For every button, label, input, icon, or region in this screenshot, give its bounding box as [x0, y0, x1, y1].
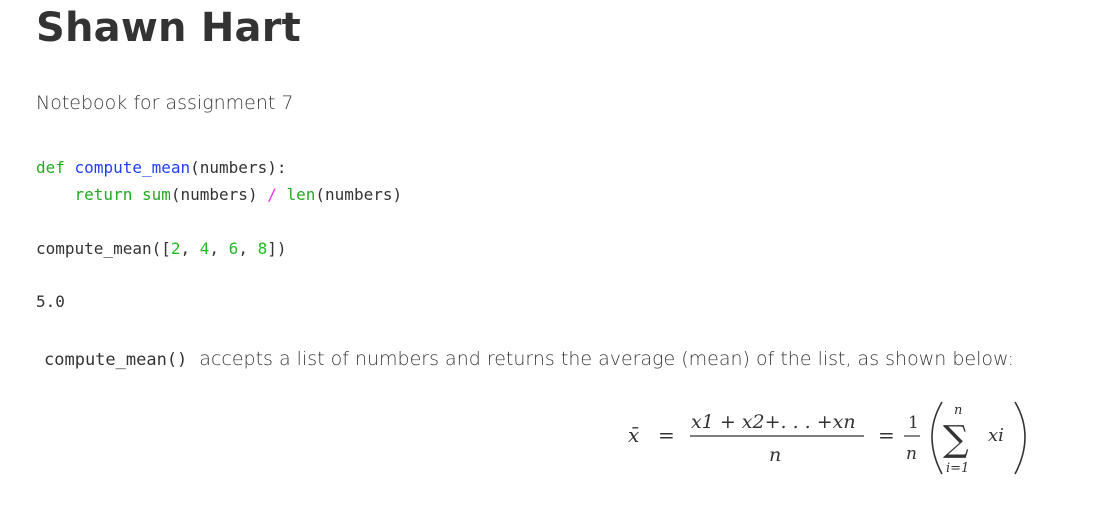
mean-formula-svg: x̄ = x1 + x2+. . . +xn n = 1 n n ∑ i=1 x… [628, 401, 1026, 476]
sum-argument: (numbers) [170, 185, 258, 204]
formula-numerator: x1 + x2+. . . +xn [691, 411, 856, 433]
builtin-len: len [286, 185, 316, 204]
page-title: Shawn Hart [36, 5, 301, 51]
formula-equals-2: = [878, 423, 895, 447]
sum-symbol: ∑ [943, 419, 969, 460]
list-separator: , [180, 239, 200, 258]
builtin-sum: sum [141, 185, 171, 204]
call-text: compute_mean([ [36, 239, 171, 258]
right-paren [1014, 401, 1026, 475]
keyword-return: return [74, 185, 133, 204]
function-name: compute_mean [74, 158, 191, 177]
list-separator: , [238, 239, 258, 258]
code-cell-function-call[interactable]: compute_mean([2, 4, 6, 8]) [36, 235, 286, 262]
call-close: ]) [267, 239, 287, 258]
division-operator: / [267, 185, 277, 204]
formula-n: n [906, 444, 917, 464]
len-argument: (numbers) [315, 185, 403, 204]
sum-upper: n [954, 403, 962, 418]
sum-term: xi [988, 425, 1004, 446]
page-subtitle: Notebook for assignment 7 [36, 92, 294, 114]
number-literal: 2 [170, 239, 181, 258]
function-params: (numbers): [190, 158, 287, 177]
keyword-def: def [36, 158, 65, 177]
output-cell: 5.0 [36, 292, 65, 311]
mean-formula: x̄ = x1 + x2+. . . +xn n = 1 n n ∑ i=1 x… [598, 388, 1068, 488]
formula-lhs: x̄ [628, 423, 639, 447]
formula-one: 1 [908, 413, 919, 433]
code-cell-function-def[interactable]: def compute_mean(numbers): return sum(nu… [36, 154, 402, 208]
description-paragraph: compute_mean() accepts a list of numbers … [44, 344, 1014, 375]
number-literal: 8 [257, 239, 268, 258]
sum-lower: i=1 [946, 461, 969, 476]
formula-denominator: n [769, 444, 781, 466]
inline-code-ref: compute_mean() [44, 350, 188, 370]
number-literal: 6 [228, 239, 239, 258]
description-text: accepts a list of numbers and returns th… [199, 348, 1014, 370]
left-paren [931, 401, 943, 475]
list-separator: , [209, 239, 229, 258]
formula-equals-1: = [658, 423, 675, 447]
number-literal: 4 [199, 239, 210, 258]
notebook-page: Shawn Hart Notebook for assignment 7 def… [36, 0, 1096, 507]
